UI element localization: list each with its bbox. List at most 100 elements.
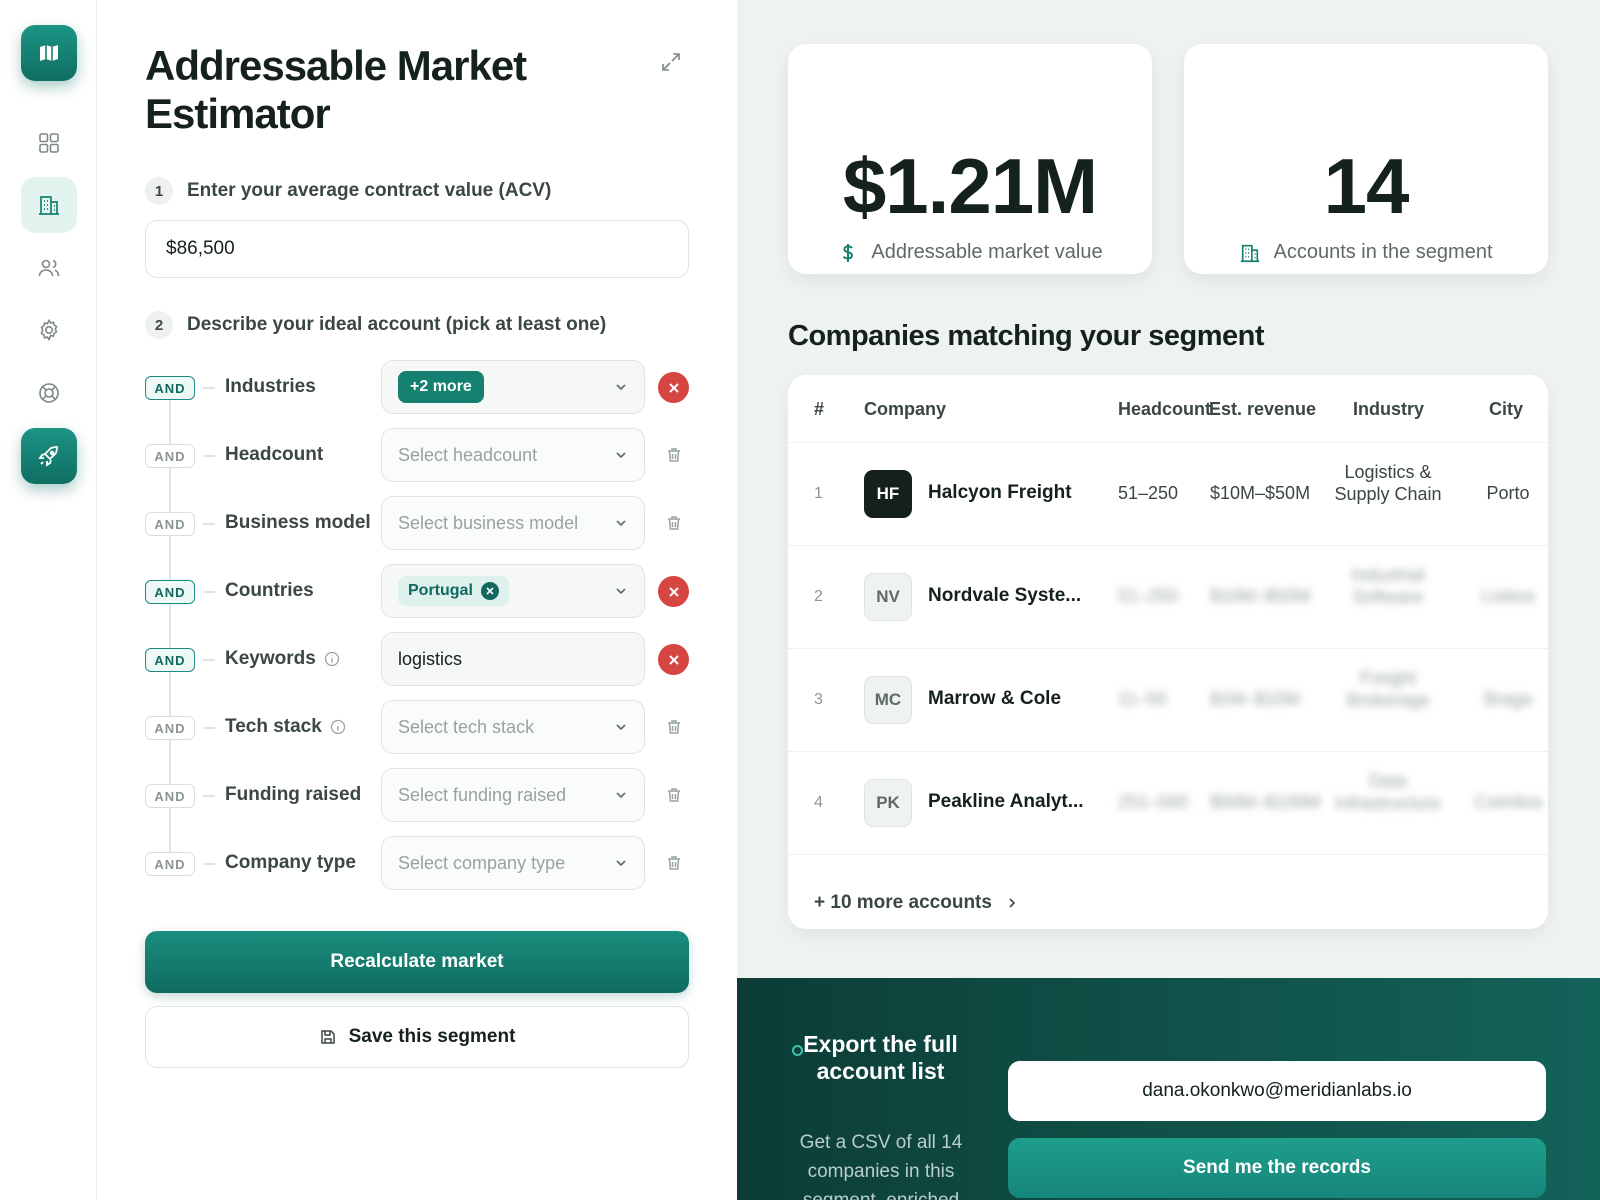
column-header-industry[interactable]: Industry [1353,399,1424,420]
expand-icon[interactable] [659,50,683,74]
chip-label: Portugal [408,582,473,599]
filter-label: Business model [225,496,371,550]
save-icon [320,1030,335,1044]
column-header-number[interactable]: # [814,399,824,420]
filter-funding-raised: AND Funding raised Select funding raised [145,768,705,822]
column-header-headcount[interactable]: Headcount [1118,399,1211,420]
acv-input[interactable] [145,220,689,278]
table-row[interactable]: 4 PK Peakline Analyt... 251–500 $50M–$10… [788,752,1548,855]
chip-remove-icon[interactable] [480,582,499,600]
filter-label: Keywords [225,632,340,686]
info-icon[interactable] [324,651,340,667]
trash-icon[interactable] [665,854,683,872]
estimator-panel: Addressable Market Estimator 1 Enter you… [97,0,737,1200]
more-accounts-label: + 10 more accounts [814,892,992,913]
company-logo: NV [864,573,912,621]
info-icon[interactable] [330,719,346,735]
trash-icon[interactable] [665,718,683,736]
email-field[interactable] [1008,1061,1546,1121]
sidebar [0,0,97,1200]
table-header: # Company Headcount Est. revenue Industr… [788,375,1548,443]
chevron-down-icon [616,452,626,459]
table-row[interactable]: 2 NV Nordvale Syste... 51–250 $10M–$50M … [788,546,1548,649]
filter-list: AND Industries +2 more AND Headcount Sel… [145,360,705,900]
city-cell: Porto [1486,483,1530,503]
connector-dash [203,523,215,525]
save-segment-button[interactable]: Save this segment [145,1006,689,1068]
filter-business-model: AND Business model Select business model [145,496,705,550]
industry-cell-locked: Freight Brokerage [1346,668,1430,710]
stat-label-text: Addressable market value [871,241,1103,263]
building-icon [1241,244,1260,262]
select-placeholder: Select company type [398,852,566,873]
selected-chip[interactable]: +2 more [398,371,484,403]
more-accounts-link[interactable]: + 10 more accounts [814,892,1018,914]
tech-stack-select[interactable]: Select tech stack [381,700,645,754]
nav-market-estimator[interactable] [21,428,77,484]
results-panel: $1.21M Addressable market value 14 Accou… [737,0,1600,1200]
close-icon [668,586,679,597]
keywords-input[interactable]: logistics [381,632,645,686]
business-model-select[interactable]: Select business model [381,496,645,550]
nav-settings[interactable] [21,302,77,358]
nav-help[interactable] [21,365,77,421]
close-icon [486,587,494,595]
table-row[interactable]: 3 MC Marrow & Cole 11–50 $1M–$10M Freigh… [788,649,1548,752]
column-header-revenue[interactable]: Est. revenue [1209,399,1316,420]
countries-select[interactable]: Portugal [381,564,645,618]
filter-industries: AND Industries +2 more [145,360,705,414]
company-name[interactable]: Nordvale Syste... [928,585,1081,607]
company-type-select[interactable]: Select company type [381,836,645,890]
headcount-cell: 51–250 [1118,483,1179,503]
table-row[interactable]: 1 HF Halcyon Freight 51–250 $10M–$50M Lo… [788,443,1548,546]
industries-select[interactable]: +2 more [381,360,645,414]
funding-raised-select[interactable]: Select funding raised [381,768,645,822]
select-placeholder: Select headcount [398,444,538,465]
close-icon [668,382,679,393]
headcount-cell-locked: 51–250 [1118,586,1179,606]
nav-companies[interactable] [21,177,77,233]
app-logo-map[interactable] [21,25,77,81]
building-icon [39,196,59,215]
export-description: Get a CSV of all 14 companies in this se… [799,1132,963,1200]
step-1: 1 Enter your average contract value (ACV… [145,177,551,205]
headcount-select[interactable]: Select headcount [381,428,645,482]
connector-dash [203,455,215,457]
market-value-label: Addressable market value [788,241,1152,264]
row-number: 2 [814,588,823,605]
trash-icon[interactable] [665,786,683,804]
remove-filter-button[interactable] [658,372,689,403]
filter-label: Headcount [225,428,323,482]
export-banner: Export the full account list Get a CSV o… [737,978,1600,1200]
and-connector: AND [145,376,195,400]
trash-icon[interactable] [665,446,683,464]
trash-icon[interactable] [665,514,683,532]
recalculate-button[interactable]: Recalculate market [145,931,689,993]
send-records-button[interactable]: Send me the records [1008,1138,1546,1198]
remove-filter-button[interactable] [658,644,689,675]
market-value: $1.21M [842,142,1098,230]
company-name[interactable]: Peakline Analyt... [928,791,1084,813]
company-name[interactable]: Marrow & Cole [928,688,1061,710]
step-label: Describe your ideal account (pick at lea… [187,314,607,335]
column-header-company[interactable]: Company [864,399,946,420]
city-cell-locked: Coimbra [1473,792,1543,812]
remove-filter-button[interactable] [658,576,689,607]
connector-dash [203,591,215,593]
save-label: Save this segment [348,1026,516,1047]
row-number: 3 [814,691,823,708]
close-icon [668,654,679,665]
map-icon [40,45,58,61]
stat-label-text: Accounts in the segment [1273,241,1493,263]
column-header-city[interactable]: City [1489,399,1523,420]
filter-countries: AND Countries Portugal [145,564,705,618]
nav-dashboard[interactable] [21,115,77,171]
chevron-down-icon [616,520,626,527]
filter-label-text: Funding raised [225,784,362,805]
nav-users[interactable] [21,240,77,296]
chevron-down-icon [616,588,626,595]
connector-dash [203,795,215,797]
revenue-cell-locked: $1M–$10M [1210,689,1301,709]
selected-chip[interactable]: Portugal [398,576,509,606]
company-name[interactable]: Halcyon Freight [928,482,1072,504]
